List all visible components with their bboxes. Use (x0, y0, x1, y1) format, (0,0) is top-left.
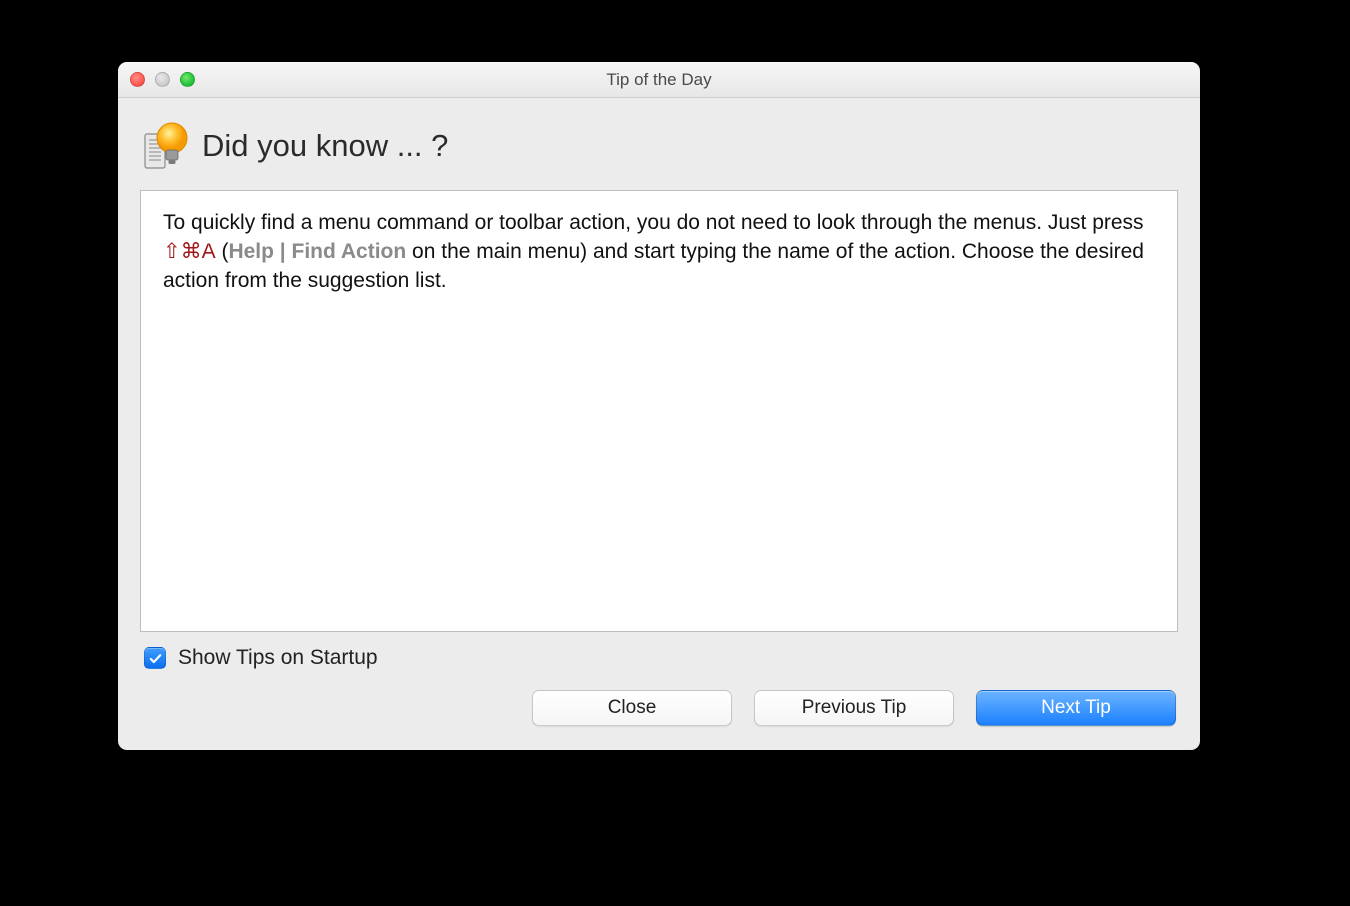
previous-tip-button[interactable]: Previous Tip (754, 690, 954, 726)
heading-row: Did you know ... ? (142, 120, 1178, 172)
window-title: Tip of the Day (606, 70, 711, 90)
next-tip-button[interactable]: Next Tip (976, 690, 1176, 726)
show-tips-checkbox-row[interactable]: Show Tips on Startup (144, 646, 1178, 670)
close-button[interactable]: Close (532, 690, 732, 726)
show-tips-label: Show Tips on Startup (178, 646, 378, 670)
button-row: Close Previous Tip Next Tip (140, 690, 1178, 732)
tip-open-paren: ( (216, 240, 229, 263)
close-window-icon[interactable] (130, 72, 145, 87)
heading-text: Did you know ... ? (202, 128, 448, 164)
lightbulb-icon (142, 120, 194, 172)
show-tips-checkbox[interactable] (144, 647, 166, 669)
close-button-label: Close (608, 697, 657, 719)
tip-body: To quickly find a menu command or toolba… (140, 190, 1178, 632)
next-tip-button-label: Next Tip (1041, 697, 1111, 719)
window-controls (130, 72, 195, 87)
dialog-footer: Show Tips on Startup Close Previous Tip … (140, 632, 1178, 732)
tip-of-the-day-dialog: Tip of the Day (118, 62, 1200, 750)
titlebar: Tip of the Day (118, 62, 1200, 98)
tip-text-pre: To quickly find a menu command or toolba… (163, 211, 1144, 234)
minimize-window-icon (155, 72, 170, 87)
previous-tip-button-label: Previous Tip (802, 697, 907, 719)
dialog-content: Did you know ... ? To quickly find a men… (118, 98, 1200, 750)
tip-shortcut: ⇧⌘A (163, 240, 216, 263)
tip-menu-path: Help | Find Action (228, 240, 406, 263)
maximize-window-icon[interactable] (180, 72, 195, 87)
